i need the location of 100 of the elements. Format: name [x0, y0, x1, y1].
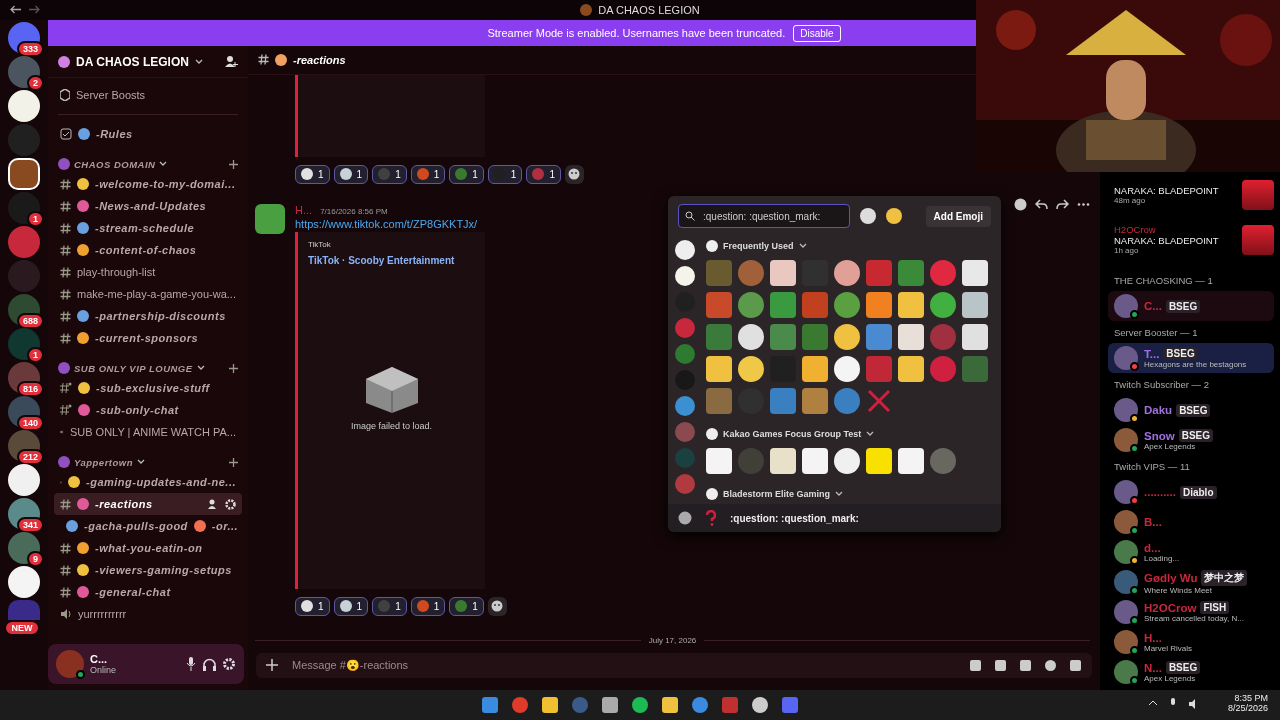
reaction-chip[interactable]: 1: [410, 164, 446, 184]
channel-item[interactable]: -current-sponsors: [54, 327, 242, 349]
taskbar-app-icon[interactable]: [692, 697, 708, 713]
taskbar-app-icon[interactable]: [752, 697, 768, 713]
reaction-chip[interactable]: 1: [295, 164, 330, 184]
settings-icon[interactable]: [222, 657, 236, 671]
channel-item[interactable]: -sub-exclusive-stuff: [54, 377, 242, 399]
emoji-icon[interactable]: [738, 324, 764, 350]
activity-card[interactable]: H2OCrow NARAKA: BLADEPOINT 1h ago: [1114, 224, 1274, 255]
channel-item[interactable]: make-me-play-a-game-you-wa...: [54, 283, 242, 305]
member-item[interactable]: B...: [1108, 507, 1274, 537]
embed-title[interactable]: TikTok · Scooby Entertainment: [308, 254, 475, 266]
reaction-chip[interactable]: 1: [295, 596, 330, 616]
server-icon[interactable]: [8, 464, 40, 496]
channel-item[interactable]: -viewers-gaming-setups: [54, 559, 242, 581]
add-member-icon[interactable]: [208, 498, 219, 510]
chevron-up-icon[interactable]: [1148, 698, 1158, 708]
member-item[interactable]: Snow BSEG Apex Legends: [1108, 425, 1274, 455]
channel-item[interactable]: -gacha-pulls-good -or...: [54, 515, 242, 537]
add-reaction-icon[interactable]: [1014, 198, 1027, 211]
section-title[interactable]: Frequently Used: [723, 241, 794, 251]
category-name[interactable]: Yappertown: [74, 456, 133, 468]
forward-icon[interactable]: [1056, 198, 1069, 211]
add-reaction-button[interactable]: [564, 164, 584, 184]
plus-icon[interactable]: [229, 457, 238, 467]
server-icon[interactable]: [8, 90, 40, 122]
chevron-down-icon[interactable]: [194, 58, 203, 65]
channel-item[interactable]: -News-and-Updates: [54, 195, 242, 217]
member-item[interactable]: d... Loading...: [1108, 537, 1274, 567]
channel-item[interactable]: -content-of-chaos: [54, 239, 242, 261]
emoji-icon[interactable]: [738, 356, 764, 382]
author-avatar[interactable]: [255, 203, 285, 234]
channel-item[interactable]: -Rules: [54, 123, 242, 145]
headphones-icon[interactable]: [203, 657, 216, 671]
emoji-category-icon[interactable]: [675, 240, 695, 260]
member-item[interactable]: Gødly Wu 梦中之梦 Where Winds Meet: [1108, 567, 1274, 597]
member-item[interactable]: T... BSEG Hexagons are the bestagons: [1108, 343, 1274, 373]
plus-icon[interactable]: [266, 659, 278, 672]
reaction-chip[interactable]: 1: [333, 596, 369, 616]
emoji-icon[interactable]: [834, 356, 860, 382]
reply-icon[interactable]: [1035, 198, 1048, 211]
member-item[interactable]: C... BSEG: [1108, 291, 1274, 321]
emoji-icon[interactable]: [1044, 658, 1057, 672]
chevron-down-icon[interactable]: [196, 365, 205, 371]
emoji-category-icon[interactable]: [675, 266, 695, 286]
member-item[interactable]: N... BSEG Apex Legends: [1108, 657, 1274, 687]
emoji-search-input[interactable]: :question: :question_mark:: [701, 209, 841, 223]
channel-item[interactable]: -gaming-updates-and-ne...: [54, 471, 242, 493]
reaction-chip[interactable]: 1: [333, 164, 369, 184]
channel-item[interactable]: -general-chat: [54, 581, 242, 603]
member-item[interactable]: H2OCrow FISH Stream cancelled today, N...: [1108, 597, 1274, 627]
emoji-icon[interactable]: [834, 260, 860, 286]
message-field[interactable]: Message #😮-reactions: [256, 652, 1092, 678]
author-name[interactable]: H...: [295, 203, 313, 216]
section-title[interactable]: Bladestorm Elite Gaming: [723, 489, 831, 499]
channel-item[interactable]: SUB ONLY | ANIME WATCH PA...: [54, 421, 242, 443]
member-item[interactable]: Daku BSEG: [1108, 395, 1274, 425]
back-arrow-icon[interactable]: [10, 5, 21, 14]
reaction-chip[interactable]: 1: [487, 164, 523, 184]
reaction-chip[interactable]: 1: [449, 164, 484, 184]
disable-button[interactable]: Disable: [793, 24, 841, 42]
message-input[interactable]: Message #😮-reactions: [290, 658, 957, 673]
emoji-icon[interactable]: [834, 324, 860, 350]
add-member-icon[interactable]: [225, 55, 238, 68]
taskbar-app-icon[interactable]: [632, 697, 648, 713]
channel-item[interactable]: -sub-only-chat: [54, 399, 242, 421]
channel-item[interactable]: play-through-list: [54, 261, 242, 283]
settings-icon[interactable]: [225, 498, 236, 510]
message-link[interactable]: https://www.tiktok.com/t/ZP8GKKTJx/: [295, 217, 507, 230]
server-icon[interactable]: [8, 158, 40, 190]
member-item[interactable]: H... Marvel Rivals: [1108, 627, 1274, 657]
reaction-chip[interactable]: 1: [372, 596, 407, 616]
forward-arrow-icon[interactable]: [29, 5, 40, 14]
microphone-icon[interactable]: [185, 657, 197, 671]
reaction-chip[interactable]: 1: [526, 164, 561, 184]
section-title[interactable]: Kakao Games Focus Group Test: [723, 429, 862, 439]
add-emoji-button[interactable]: Add Emoji: [925, 205, 991, 227]
category-name[interactable]: CHAOS DOMAIN: [74, 158, 156, 170]
server-icon[interactable]: [8, 566, 40, 598]
reaction-chip[interactable]: 1: [449, 596, 484, 616]
cross-mark-icon[interactable]: [866, 388, 892, 414]
emoji-icon[interactable]: [834, 448, 860, 474]
server-boosts-item[interactable]: Server Boosts: [54, 84, 242, 106]
member-item[interactable]: .......... Diablo: [1108, 477, 1274, 507]
plus-icon[interactable]: [229, 159, 238, 169]
channel-item[interactable]: yurrrrrrrrrr: [54, 603, 242, 625]
plus-icon[interactable]: [229, 363, 238, 373]
chevron-down-icon[interactable]: [866, 431, 875, 437]
emoji-search-field[interactable]: :question: :question_mark:: [678, 204, 850, 228]
channel-item[interactable]: -what-you-eatin-on: [54, 537, 242, 559]
channel-item[interactable]: -reactions: [54, 493, 242, 515]
channel-item[interactable]: -stream-schedule: [54, 217, 242, 239]
user-avatar[interactable]: [56, 650, 84, 678]
reaction-chip[interactable]: 1: [372, 164, 407, 184]
server-name[interactable]: DA CHAOS LEGION: [76, 54, 189, 69]
chevron-down-icon[interactable]: [835, 491, 844, 497]
channel-item[interactable]: -welcome-to-my-domai...: [54, 173, 242, 195]
chevron-down-icon[interactable]: [798, 243, 807, 249]
reaction-chip[interactable]: 1: [410, 596, 446, 616]
channel-item[interactable]: -partnership-discounts: [54, 305, 242, 327]
